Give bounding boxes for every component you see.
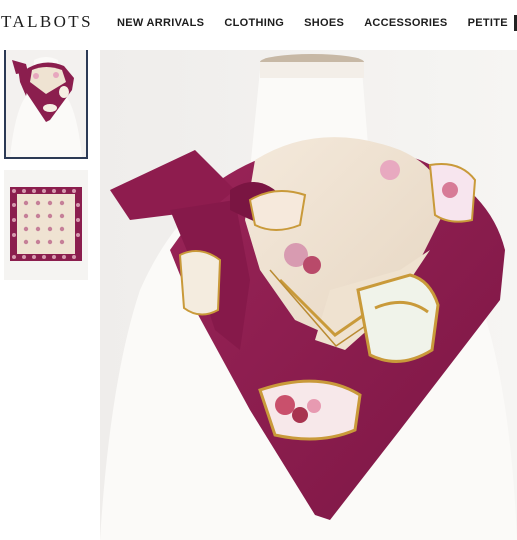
nav-accessories[interactable]: ACCESSORIES: [364, 17, 447, 29]
main-nav: NEW ARRIVALS CLOTHING SHOES ACCESSORIES …: [117, 17, 517, 29]
main-product-image[interactable]: [100, 50, 517, 540]
talbots-logo[interactable]: TALBOTS: [1, 12, 93, 32]
nav-shoes[interactable]: SHOES: [304, 17, 344, 29]
nav-petite[interactable]: PETITE: [468, 17, 508, 29]
thumbnail-flat-lay-image: [4, 170, 88, 280]
scarf-on-mannequin-image: [100, 50, 517, 540]
thumbnail-scarf-on-mannequin[interactable]: [4, 50, 88, 159]
thumbnail-mannequin-image: [6, 50, 86, 157]
nav-clothing[interactable]: CLOTHING: [224, 17, 284, 29]
nav-new-arrivals[interactable]: NEW ARRIVALS: [117, 17, 204, 29]
thumbnail-scarf-flat-lay[interactable]: [4, 170, 88, 280]
site-header: TALBOTS NEW ARRIVALS CLOTHING SHOES ACCE…: [0, 0, 517, 50]
